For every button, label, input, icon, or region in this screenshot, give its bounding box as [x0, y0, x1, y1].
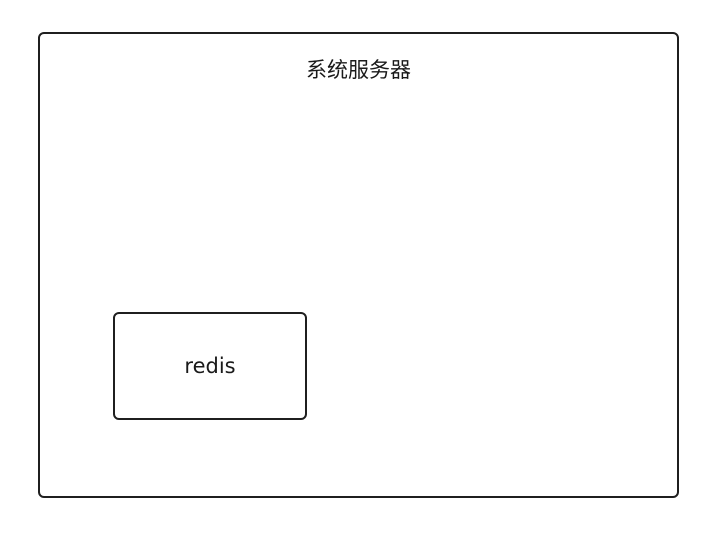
system-server-box: 系统服务器 [38, 32, 679, 498]
redis-label: redis [184, 354, 236, 378]
system-server-label: 系统服务器 [306, 58, 411, 82]
redis-box: redis [113, 312, 307, 420]
